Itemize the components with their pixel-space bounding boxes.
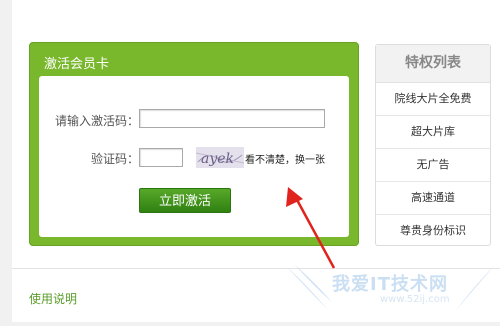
watermark-url: www.52ij.com bbox=[380, 294, 450, 305]
watermark-text: 我爱IT技术网 bbox=[332, 274, 448, 295]
watermark: 我爱IT技术网 www.52ij.com bbox=[280, 262, 500, 322]
